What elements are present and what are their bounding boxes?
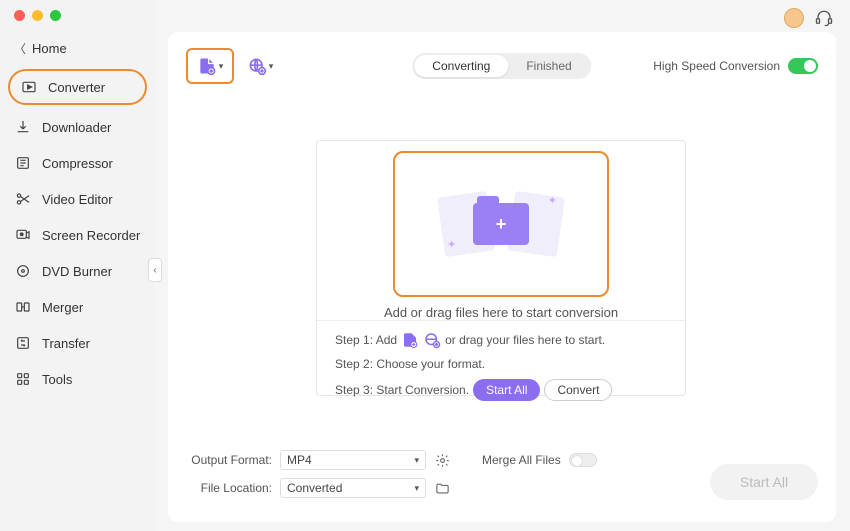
step-1-text-b: or drag your files here to start. bbox=[445, 333, 605, 347]
sidebar-item-label: Screen Recorder bbox=[42, 228, 140, 243]
output-format-select[interactable]: MP4 ▾ bbox=[280, 450, 426, 470]
sparkle-icon: ✦ bbox=[548, 194, 557, 207]
scissors-icon bbox=[14, 191, 32, 207]
chevron-down-icon: ▾ bbox=[219, 61, 224, 72]
high-speed-label: High Speed Conversion bbox=[653, 59, 780, 73]
sidebar-item-dvd-burner[interactable]: DVD Burner bbox=[0, 253, 155, 289]
sidebar-item-label: DVD Burner bbox=[42, 264, 112, 279]
file-location-value: Converted bbox=[287, 481, 342, 495]
file-location-select[interactable]: Converted ▾ bbox=[280, 478, 426, 498]
output-format-label: Output Format: bbox=[186, 453, 272, 467]
step-3-text: Step 3: Start Conversion. bbox=[335, 383, 469, 397]
converter-icon bbox=[20, 79, 38, 95]
open-folder-icon[interactable] bbox=[434, 480, 450, 496]
add-url-icon[interactable] bbox=[423, 331, 441, 349]
merge-all-toggle[interactable] bbox=[569, 453, 597, 467]
step-1-text-a: Step 1: Add bbox=[335, 333, 397, 347]
merger-icon bbox=[14, 299, 32, 315]
merge-all-label: Merge All Files bbox=[482, 453, 561, 467]
sidebar-item-label: Transfer bbox=[42, 336, 90, 351]
bottom-bar: Output Format: MP4 ▾ Merge All Files Fil… bbox=[186, 450, 818, 510]
sidebar-item-downloader[interactable]: Downloader bbox=[0, 109, 155, 145]
add-file-icon bbox=[197, 56, 217, 76]
recorder-icon bbox=[14, 227, 32, 243]
step-2-text: Step 2: Choose your format. bbox=[335, 357, 485, 371]
downloader-icon bbox=[14, 119, 32, 135]
main-panel: ▾ ▾ Converting Finished High Speed Conve… bbox=[168, 32, 836, 522]
sidebar-item-label: Converter bbox=[48, 80, 105, 95]
avatar[interactable] bbox=[784, 8, 804, 28]
step-3-row: Step 3: Start Conversion. Start All Conv… bbox=[335, 379, 667, 401]
step-1-row: Step 1: Add or drag your files here to s… bbox=[335, 331, 667, 349]
sidebar: 〈 Home Converter Downloader Compressor V… bbox=[0, 0, 155, 531]
window-traffic-lights[interactable] bbox=[14, 10, 61, 21]
output-format-value: MP4 bbox=[287, 453, 312, 467]
convert-inline-button[interactable]: Convert bbox=[544, 379, 612, 401]
disc-icon bbox=[14, 263, 32, 279]
sidebar-item-converter[interactable]: Converter bbox=[8, 69, 147, 105]
step-2-row: Step 2: Choose your format. bbox=[335, 357, 667, 371]
sidebar-collapse-handle[interactable]: ‹ bbox=[148, 258, 162, 282]
add-url-button[interactable]: ▾ bbox=[244, 50, 276, 82]
drop-instruction-text: Add or drag files here to start conversi… bbox=[317, 305, 685, 320]
minimize-window-icon[interactable] bbox=[32, 10, 43, 21]
high-speed-row: High Speed Conversion bbox=[653, 58, 818, 74]
tab-converting[interactable]: Converting bbox=[414, 55, 508, 77]
chevron-down-icon: ▾ bbox=[414, 483, 419, 494]
add-file-icon[interactable] bbox=[401, 331, 419, 349]
sidebar-item-transfer[interactable]: Transfer bbox=[0, 325, 155, 361]
sidebar-item-label: Merger bbox=[42, 300, 83, 315]
file-location-label: File Location: bbox=[186, 481, 272, 495]
add-url-icon bbox=[247, 56, 267, 76]
home-label: Home bbox=[32, 41, 67, 56]
tools-icon bbox=[14, 371, 32, 387]
drop-zone[interactable]: ✦ ✦ + bbox=[393, 151, 609, 297]
sidebar-item-merger[interactable]: Merger bbox=[0, 289, 155, 325]
chevron-down-icon: ▾ bbox=[269, 61, 274, 72]
tab-finished[interactable]: Finished bbox=[508, 55, 589, 77]
sidebar-item-video-editor[interactable]: Video Editor bbox=[0, 181, 155, 217]
folder-illustration: ✦ ✦ + bbox=[441, 184, 561, 264]
tab-segmented-control: Converting Finished bbox=[412, 53, 591, 79]
sidebar-item-label: Video Editor bbox=[42, 192, 113, 207]
start-all-button[interactable]: Start All bbox=[710, 464, 818, 500]
add-file-button[interactable]: ▾ bbox=[186, 48, 234, 84]
high-speed-toggle[interactable] bbox=[788, 58, 818, 74]
transfer-icon bbox=[14, 335, 32, 351]
close-window-icon[interactable] bbox=[14, 10, 25, 21]
steps-panel: Step 1: Add or drag your files here to s… bbox=[317, 320, 685, 401]
chevron-left-icon: 〈 bbox=[14, 40, 26, 57]
sidebar-item-compressor[interactable]: Compressor bbox=[0, 145, 155, 181]
headset-icon[interactable] bbox=[814, 8, 834, 28]
folder-plus-icon: + bbox=[473, 203, 529, 245]
home-link[interactable]: 〈 Home bbox=[0, 32, 155, 65]
sidebar-item-label: Compressor bbox=[42, 156, 113, 171]
sidebar-item-label: Tools bbox=[42, 372, 72, 387]
sidebar-item-tools[interactable]: Tools bbox=[0, 361, 155, 397]
sidebar-item-screen-recorder[interactable]: Screen Recorder bbox=[0, 217, 155, 253]
drop-card: ✦ ✦ + Add or drag files here to start co… bbox=[316, 140, 686, 396]
compressor-icon bbox=[14, 155, 32, 171]
sparkle-icon: ✦ bbox=[447, 238, 456, 251]
fullscreen-window-icon[interactable] bbox=[50, 10, 61, 21]
toolbar: ▾ ▾ Converting Finished High Speed Conve… bbox=[186, 46, 818, 86]
sidebar-item-label: Downloader bbox=[42, 120, 111, 135]
chevron-down-icon: ▾ bbox=[414, 455, 419, 466]
start-all-inline-button[interactable]: Start All bbox=[473, 379, 540, 401]
settings-gear-icon[interactable] bbox=[434, 452, 450, 468]
